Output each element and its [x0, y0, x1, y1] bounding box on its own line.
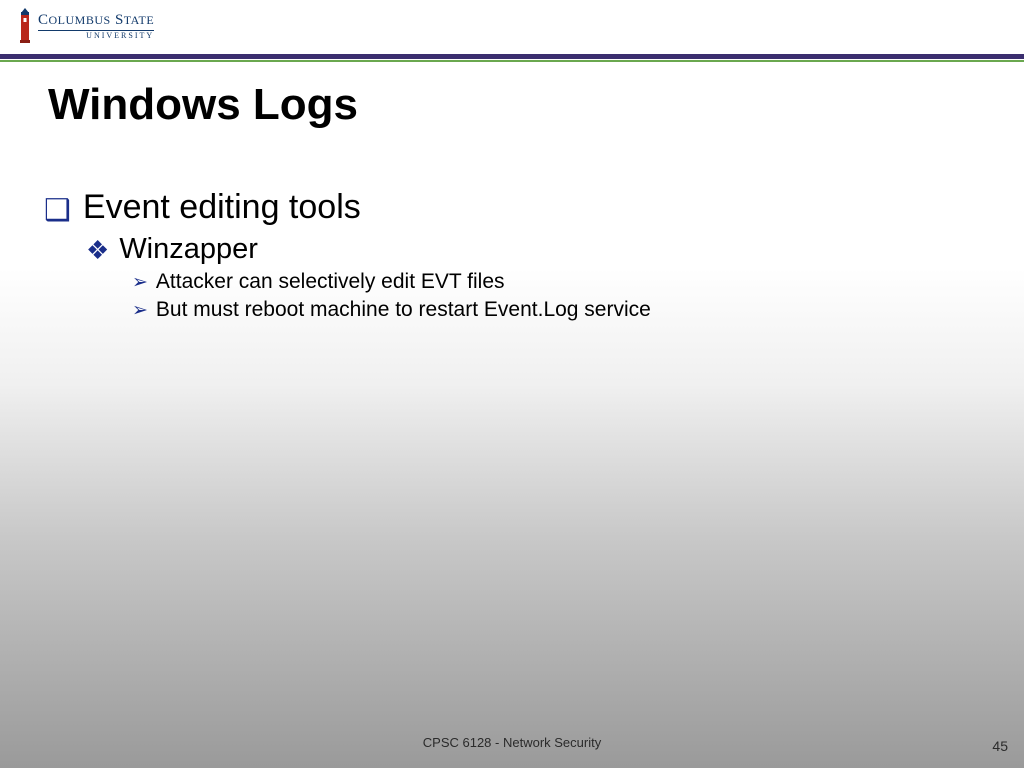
slide-title: Windows Logs [48, 80, 1024, 130]
logo-text: COLUMBUS STATE UNIVERSITY [38, 13, 154, 40]
logo-cap-c: C [38, 12, 49, 28]
logo-rest-2: TATE [124, 13, 154, 27]
bullet-level3b-text: But must reboot machine to restart Event… [156, 298, 651, 322]
bullet-level2-text: Winzapper [119, 233, 258, 266]
logo-cap-s: S [111, 12, 124, 28]
bullet-level3: ➢ But must reboot machine to restart Eve… [132, 298, 1024, 322]
bullet-level3: ➢ Attacker can selectively edit EVT file… [132, 270, 1024, 294]
footer-text: CPSC 6128 - Network Security [0, 735, 1024, 750]
university-logo: COLUMBUS STATE UNIVERSITY [18, 8, 1024, 44]
diamond-bullet-icon: ❖ [86, 237, 109, 263]
page-number: 45 [992, 738, 1008, 754]
slide-content: ❑ Event editing tools ❖ Winzapper ➢ Atta… [0, 188, 1024, 322]
bullet-level1: ❑ Event editing tools [44, 188, 1024, 227]
divider-primary [0, 54, 1024, 59]
arrow-bullet-icon: ➢ [132, 273, 148, 292]
bullet-level1-text: Event editing tools [83, 188, 361, 227]
logo-line1: COLUMBUS STATE [38, 13, 154, 28]
arrow-bullet-icon: ➢ [132, 301, 148, 320]
bullet-level3a-text: Attacker can selectively edit EVT files [156, 270, 505, 294]
slide-header: COLUMBUS STATE UNIVERSITY [0, 0, 1024, 54]
logo-line2: UNIVERSITY [38, 30, 154, 40]
bullet-level2: ❖ Winzapper [86, 233, 1024, 266]
tower-icon [18, 8, 32, 44]
logo-rest-1: OLUMBUS [49, 13, 111, 27]
square-bullet-icon: ❑ [44, 196, 71, 226]
divider-accent [0, 60, 1024, 62]
slide: COLUMBUS STATE UNIVERSITY Windows Logs ❑… [0, 0, 1024, 768]
